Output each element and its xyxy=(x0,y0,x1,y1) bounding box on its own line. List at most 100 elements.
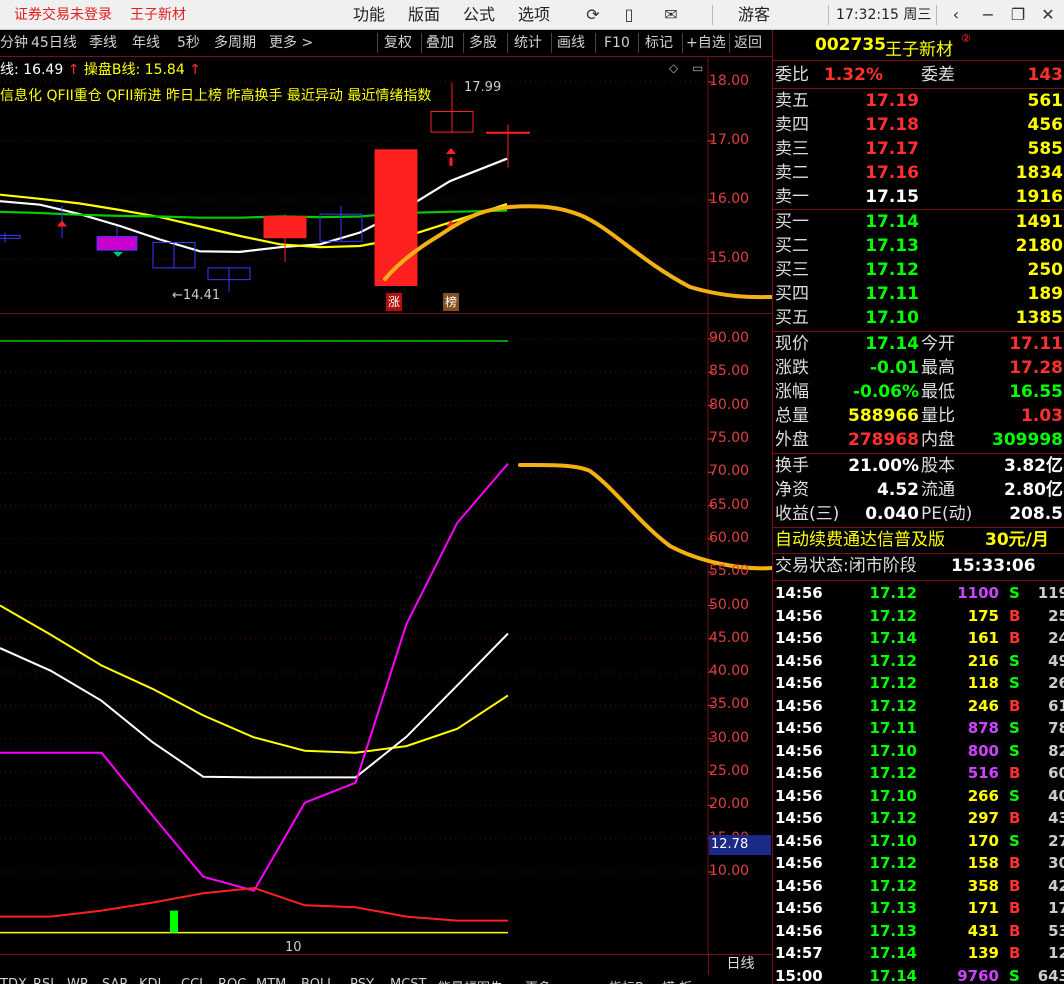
restore-icon[interactable]: ❐ xyxy=(1006,0,1030,30)
sell-price: 17.16 xyxy=(865,163,919,183)
indicator-tab-10[interactable]: MCST xyxy=(390,977,427,984)
tick-count: 49 xyxy=(1048,651,1064,670)
indicator-tab-7[interactable]: MTM xyxy=(256,977,286,984)
refresh-icon[interactable]: ⟳ xyxy=(580,0,606,30)
indicator-tab-3[interactable]: SAR xyxy=(102,977,128,984)
btn-draw-line[interactable]: 画线 xyxy=(557,30,585,56)
phone-icon[interactable]: ▯ xyxy=(616,0,642,30)
indicator-axis-label: 65.00 xyxy=(709,496,750,513)
mail-icon[interactable]: ✉ xyxy=(658,0,684,30)
price-axis-label: 18.00 xyxy=(709,73,750,89)
period-more[interactable]: 更多 > xyxy=(269,30,313,56)
btn-overlay[interactable]: 叠加 xyxy=(426,30,454,56)
tick-price: 17.11 xyxy=(869,719,917,737)
indicator-tab-13[interactable]: 指标B xyxy=(609,977,644,984)
diamond-icon[interactable]: ◇ xyxy=(669,61,678,75)
btn-add-watchlist[interactable]: +自选 xyxy=(686,30,726,56)
buy-arrow-icon xyxy=(446,147,456,154)
tick-price: 17.12 xyxy=(869,764,917,782)
btn-multi-stock[interactable]: 多股 xyxy=(469,30,497,56)
btn-mark[interactable]: 标记 xyxy=(645,30,673,56)
tick-row: 14:56 17.12 246 B 61 xyxy=(773,695,1064,718)
sell-row: 卖二 17.16 1834 xyxy=(773,161,1064,185)
indicator-tab-9[interactable]: PSY xyxy=(350,977,374,984)
indicator-chart[interactable]: 90.00 85.00 80.00 75.00 70.00 65.00 60.00 55.00… xyxy=(0,314,772,955)
close-icon[interactable]: ✕ xyxy=(1036,0,1060,30)
back-arrow-icon[interactable]: ‹ xyxy=(944,0,968,30)
login-warning-link[interactable]: 证券交易未登录 xyxy=(14,0,112,30)
tick-time: 14:56 xyxy=(775,921,823,940)
tick-side: B xyxy=(1009,629,1021,647)
buy-row: 买二 17.13 2180 xyxy=(773,234,1064,258)
ma-line-value: 线: 16.49 xyxy=(0,62,64,78)
quote-value: 309998 xyxy=(992,430,1063,450)
tick-side: S xyxy=(1009,831,1020,850)
concept-tags[interactable]: 信息化 QFII重仓 QFII新进 昨日上榜 昨高换手 最近异动 最近情绪指数 xyxy=(0,85,431,105)
indicator-tab-1[interactable]: RSI xyxy=(33,977,54,984)
indicator-tab-4[interactable]: KDJ xyxy=(139,977,161,984)
indicator-tab-5[interactable]: CCI xyxy=(181,977,203,984)
tick-row: 14:56 17.10 800 S 82 xyxy=(773,740,1064,763)
quote-row: 涨幅 -0.06% 最低 16.55 xyxy=(773,380,1064,404)
btn-back[interactable]: 返回 xyxy=(734,30,762,56)
period-minute[interactable]: 分钟 xyxy=(0,30,28,56)
menu-layout[interactable]: 版面 xyxy=(408,0,440,30)
btn-restore-rights[interactable]: 复权 xyxy=(384,30,412,56)
menu-formula[interactable]: 公式 xyxy=(463,0,495,30)
period-quarter[interactable]: 季线 xyxy=(89,30,117,56)
collapse-icon[interactable]: ▭ xyxy=(692,61,703,75)
period-label[interactable]: 日线 xyxy=(708,955,772,975)
indicator-tab-14[interactable]: 模 板 xyxy=(662,977,692,984)
tick-price: 17.14 xyxy=(869,629,917,647)
limit-up-flag[interactable]: 涨 xyxy=(386,293,402,311)
indicator-line-white xyxy=(0,632,509,779)
tick-volume: 431 xyxy=(967,921,999,940)
stock-code[interactable]: 002735 xyxy=(815,35,886,55)
btn-statistics[interactable]: 统计 xyxy=(514,30,542,56)
sell-price: 17.17 xyxy=(865,139,919,159)
minimize-icon[interactable]: − xyxy=(976,0,1000,30)
indicator-tab-8[interactable]: BOLL xyxy=(301,977,334,984)
menu-function[interactable]: 功能 xyxy=(353,0,385,30)
period-45day[interactable]: 45日线 xyxy=(31,30,77,56)
fund-value: 0.040 xyxy=(865,504,919,524)
indicator-tab-11[interactable]: 能量幅图先 xyxy=(438,977,503,984)
buy-volume: 250 xyxy=(1027,260,1064,280)
indicator-tab-12[interactable]: 更多> xyxy=(525,977,562,984)
tick-time: 14:56 xyxy=(775,741,823,760)
indicator-tab-2[interactable]: WR xyxy=(67,977,89,984)
tick-volume: 139 xyxy=(967,944,999,962)
tick-count: 643 xyxy=(1037,966,1064,984)
weibi-value: 1.32% xyxy=(824,65,883,85)
period-multi[interactable]: 多周期 xyxy=(214,30,256,56)
indicator-tab-6[interactable]: ROC xyxy=(218,977,246,984)
fund-value: 21.00% xyxy=(848,456,919,476)
quote-label: 最高 xyxy=(921,358,955,378)
candle-body xyxy=(0,234,21,239)
ranking-flag[interactable]: 榜 xyxy=(443,293,459,311)
quote-value: 588966 xyxy=(848,406,919,426)
fund-value: 208.5 xyxy=(1009,504,1063,524)
tick-price: 17.13 xyxy=(869,899,917,917)
stock-name[interactable]: 王子新材 xyxy=(885,35,953,60)
tick-time: 14:56 xyxy=(775,606,823,625)
btn-f10[interactable]: F10 xyxy=(604,30,630,56)
indicator-tab-0[interactable]: TDX xyxy=(0,977,27,984)
tick-price: 17.12 xyxy=(869,876,917,895)
tick-volume: 1100 xyxy=(957,584,999,602)
menu-options[interactable]: 选项 xyxy=(518,0,550,30)
period-5sec[interactable]: 5秒 xyxy=(177,30,200,56)
period-year[interactable]: 年线 xyxy=(132,30,160,56)
price-chart[interactable]: 线: 16.49 ↑ 操盘B线: 15.84 ↑ 信息化 QFII重仓 QFII… xyxy=(0,57,772,313)
tick-count: 82 xyxy=(1048,741,1064,760)
tick-volume: 358 xyxy=(967,876,999,895)
sell-arrow-icon xyxy=(113,251,123,257)
tick-side: S xyxy=(1009,674,1020,692)
tick-side: S xyxy=(1009,584,1020,602)
tick-count: 42 xyxy=(1048,876,1064,895)
user-label[interactable]: 游客 xyxy=(738,0,770,30)
tick-time: 14:56 xyxy=(775,876,823,895)
tick-row: 14:56 17.12 358 B 42 xyxy=(773,875,1064,898)
buy-level-label: 买一 xyxy=(775,212,809,232)
quote-panel: 002735 王子新材 ② 委比 1.32% 委差 143 卖五 17.19 561 卖四 17… xyxy=(772,30,1064,984)
